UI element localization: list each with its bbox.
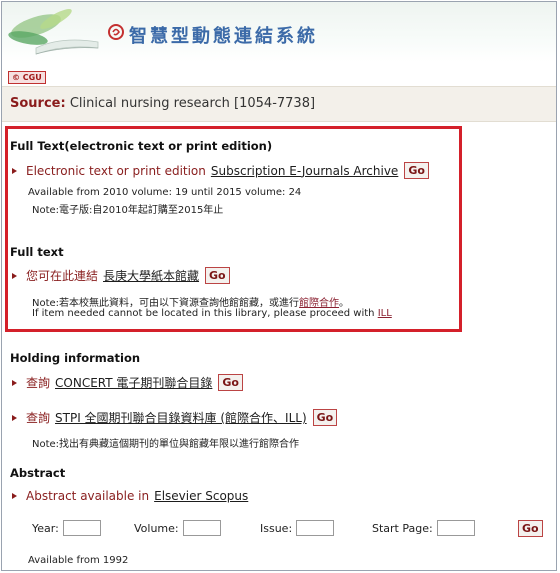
holding-item-1-text: 查詢 xyxy=(26,376,51,390)
holding-note: Note:找出有典藏這個期刊的單位與館藏年限以進行館際合作 xyxy=(32,439,300,450)
system-title: 智慧型動態連結系統 xyxy=(129,26,318,47)
full-text-2-note: Note:若本校無此資料，可由以下資源查詢他館館藏，或進行館際合作。 xyxy=(32,294,349,309)
holding-row-1: 查詢 CONCERT 電子期刊聯合目錄 Go xyxy=(12,374,243,391)
bullet-triangle-icon xyxy=(12,167,17,174)
system-logo-icon xyxy=(108,24,124,40)
start-page-label: Start Page: xyxy=(372,521,433,535)
holding-item-2-text: 查詢 xyxy=(26,411,51,425)
header-banner: 智慧型動態連結系統 xyxy=(2,2,556,62)
issue-field: Issue: xyxy=(260,520,335,536)
full-text-2-note-en: If item needed cannot be located in this… xyxy=(32,308,392,319)
stpi-link[interactable]: STPI 全國期刊聯合目錄資料庫 (館際合作、ILL) xyxy=(55,409,307,426)
bullet-triangle-icon xyxy=(12,379,17,386)
full-text-2-heading: Full text xyxy=(10,245,64,259)
bullet-triangle-icon xyxy=(12,493,17,499)
page-frame: 智慧型動態連結系統 © CGU Source: Clinical nursing… xyxy=(1,1,557,571)
holding-heading: Holding information xyxy=(10,351,141,365)
scopus-link[interactable]: Elsevier Scopus xyxy=(154,489,248,503)
full-text-row: Electronic text or print edition Subscri… xyxy=(12,162,429,179)
full-text-2-item-text: 您可在此連結 xyxy=(26,269,99,283)
cgu-badge: © CGU xyxy=(8,71,46,84)
full-text-heading: Full Text(electronic text or print editi… xyxy=(10,139,273,153)
abstract-availability: Available from 1992 xyxy=(28,555,129,566)
source-title: Clinical nursing research [1054-7738] xyxy=(69,96,316,111)
source-bar: Source: Clinical nursing research [1054-… xyxy=(2,86,556,122)
issue-label: Issue: xyxy=(260,521,293,535)
ill-link-en[interactable]: ILL xyxy=(378,308,392,319)
full-text-note: Note:電子版:自2010年起訂購至2015年止 xyxy=(32,205,224,216)
year-field: Year: xyxy=(32,520,101,536)
bullet-triangle-icon xyxy=(12,414,17,421)
year-input[interactable] xyxy=(62,520,101,536)
full-text-2-note-en-text: If item needed cannot be located in this… xyxy=(32,308,375,319)
concert-go-button[interactable]: Go xyxy=(218,374,243,391)
start-page-field: Start Page: xyxy=(372,520,475,536)
abstract-heading: Abstract xyxy=(10,466,66,480)
volume-label: Volume: xyxy=(134,521,179,535)
full-text-link[interactable]: Subscription E-Journals Archive xyxy=(211,164,398,178)
abstract-row: Abstract available in Elsevier Scopus xyxy=(12,489,248,503)
source-label: Source: xyxy=(10,96,66,111)
bullet-triangle-icon xyxy=(12,272,17,279)
volume-field: Volume: xyxy=(134,520,221,536)
source-line: Source: Clinical nursing research [1054-… xyxy=(10,96,315,111)
full-text-2-row: 您可在此連結 長庚大學紙本館藏 Go xyxy=(12,267,230,284)
stpi-go-button[interactable]: Go xyxy=(312,409,338,426)
abstract-go-button[interactable]: Go xyxy=(518,520,543,537)
full-text-availability: Available from 2010 volume: 19 until 201… xyxy=(28,187,302,198)
abstract-item-text: Abstract available in xyxy=(26,489,150,503)
start-page-input[interactable] xyxy=(436,520,475,536)
volume-input[interactable] xyxy=(182,520,221,536)
full-text-go-button[interactable]: Go xyxy=(404,162,429,179)
cgu-badge-label: CGU xyxy=(22,73,42,82)
full-text-2-link[interactable]: 長庚大學紙本館藏 xyxy=(103,267,199,284)
issue-input[interactable] xyxy=(296,520,335,536)
year-label: Year: xyxy=(32,521,59,535)
cgu-logo-icon: © xyxy=(12,73,20,82)
holding-row-2: 查詢 STPI 全國期刊聯合目錄資料庫 (館際合作、ILL) Go xyxy=(12,409,338,426)
full-text-2-go-button[interactable]: Go xyxy=(205,267,230,284)
open-book-leaves-icon xyxy=(8,9,99,55)
full-text-item-text: Electronic text or print edition xyxy=(26,163,206,178)
concert-link[interactable]: CONCERT 電子期刊聯合目錄 xyxy=(55,374,212,391)
